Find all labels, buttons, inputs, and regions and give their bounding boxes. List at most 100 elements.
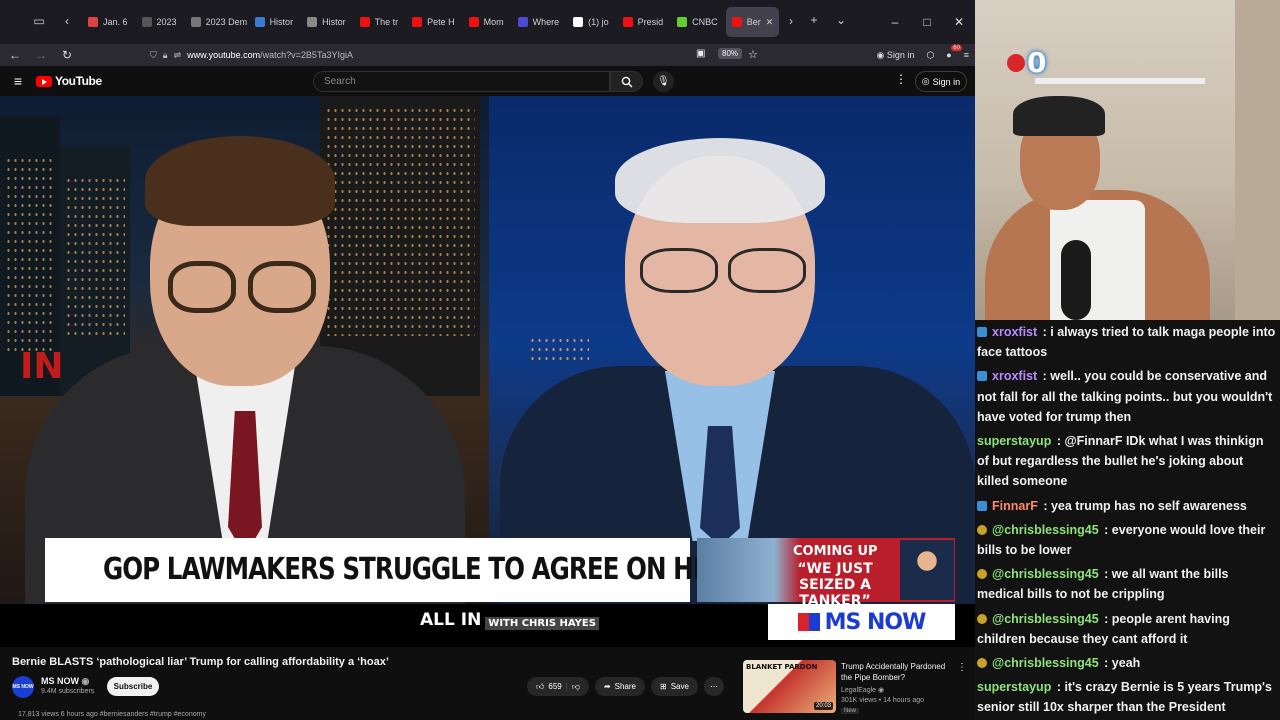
browser-tab[interactable]: 2023 — [136, 7, 183, 37]
settings-kebab-icon[interactable]: ⋮ — [895, 72, 907, 86]
studio-microphone — [1061, 240, 1091, 320]
browser-tab[interactable]: Histor — [301, 7, 352, 37]
chat-username[interactable]: FinnarF — [992, 499, 1038, 513]
search-button[interactable] — [610, 71, 643, 92]
browser-tab[interactable]: CNBC — [671, 7, 724, 37]
chat-message: FinnarF : yea trump has no self awarenes… — [977, 496, 1276, 516]
youtube-sign-in-button[interactable]: ◎ Sign in — [915, 71, 967, 92]
video-duration: 20:03 — [813, 702, 833, 710]
chat-separator: : — [1100, 522, 1112, 537]
back-icon[interactable]: ← — [2, 48, 28, 62]
browser-tab[interactable]: 2023 Dem — [185, 7, 247, 37]
minimize-icon[interactable]: – — [879, 15, 911, 29]
maximize-icon[interactable]: □ — [911, 15, 943, 29]
chat-separator: : — [1053, 434, 1065, 449]
youtube-sign-in-label: Sign in — [932, 76, 961, 87]
browser-tab[interactable]: Presid — [617, 7, 670, 37]
app-menu-icon[interactable]: ≡ — [964, 50, 969, 60]
account-sign-in[interactable]: ◉ Sign in — [877, 50, 915, 61]
tab-strip: Jan. 6 2023 2023 Dem Histor Histor The tr Pete… — [82, 7, 780, 37]
save-button[interactable]: ⊞ Save — [651, 677, 698, 696]
scroll-tabs-left-icon[interactable]: ‹ — [56, 14, 78, 28]
chat-message: @chrisblessing45 : yeah — [977, 653, 1276, 673]
reload-icon[interactable]: ↻ — [54, 48, 80, 62]
recommended-channel[interactable]: LegalEagle ◉ — [841, 686, 884, 694]
zoom-level[interactable]: 80% — [718, 48, 743, 59]
verified-icon: ◉ — [81, 676, 90, 686]
new-tab-icon[interactable]: + — [803, 13, 825, 27]
more-horizontal-icon: ⋯ — [709, 682, 718, 691]
chat-text: yeah — [1111, 656, 1141, 671]
tab-favicon-icon — [88, 17, 98, 27]
notification-count: 60 — [951, 45, 962, 51]
url-path: /watch?v=2B5Ta3YIgiA — [260, 50, 353, 60]
window-controls: – □ ✕ — [879, 0, 975, 44]
recommended-thumbnail[interactable]: BLANKET PARDON 20:03 — [743, 660, 836, 713]
permissions-icon[interactable]: ⇌ — [174, 50, 182, 61]
browser-tab[interactable]: Jan. 6 — [82, 7, 134, 37]
tab-overflow-icon[interactable]: ⌄ — [830, 13, 852, 27]
network-mark-icon — [797, 613, 820, 631]
chat-username[interactable]: superstayup — [977, 680, 1051, 694]
show-bug-in: IN — [20, 346, 64, 387]
more-actions-button[interactable]: ⋯ — [703, 677, 724, 696]
channel-name[interactable]: MS NOW ◉ — [41, 676, 89, 687]
share-icon: ➦ — [603, 682, 611, 691]
chat-username[interactable]: xroxfist — [992, 325, 1037, 339]
lock-icon[interactable]: 🔒︎ — [163, 50, 168, 61]
share-button[interactable]: ➦ Share — [594, 677, 645, 696]
chat-log: xroxfist : i always tried to talk maga p… — [975, 320, 1280, 720]
recommended-menu-icon[interactable]: ⋮ — [957, 662, 967, 673]
reader-view-icon[interactable]: ▣ — [696, 48, 705, 59]
voice-search-button[interactable]: 🎙︎ — [653, 71, 674, 92]
video-player[interactable]: IN GOP LAWMAKERS STRUGGLE TO AGREE ON HE… — [0, 96, 975, 647]
youtube-logo[interactable]: YouTube — [36, 74, 102, 88]
shield-icon[interactable]: ⛉ — [150, 50, 157, 61]
search-icon — [621, 76, 632, 87]
browser-tab[interactable]: (1) jo — [567, 7, 615, 37]
browser-tab[interactable]: The tr — [354, 7, 405, 37]
browser-tab[interactable]: Ber ✕ — [725, 7, 780, 37]
chat-separator: : — [1039, 325, 1051, 339]
subscriber-badge-icon — [977, 371, 987, 382]
webcam-feed: 0 — [975, 0, 1280, 320]
browser-tab[interactable]: Pete H — [406, 7, 461, 37]
search-input[interactable]: Search — [313, 71, 610, 92]
forward-icon[interactable]: → — [28, 48, 54, 62]
tab-list-icon[interactable]: ▭ — [28, 14, 50, 28]
shelf — [1035, 78, 1205, 84]
chat-message: @chrisblessing45 : people arent having c… — [977, 609, 1276, 649]
channel-avatar[interactable]: MS NOW — [12, 676, 34, 698]
address-bar[interactable]: ⛉ 🔒︎ ⇌ www.youtube.com/watch?v=2B5Ta3YIg… — [150, 44, 353, 66]
chat-username[interactable]: @chrisblessing45 — [992, 612, 1099, 626]
chat-message: @chrisblessing45 : everyone would love t… — [977, 520, 1276, 560]
chat-username[interactable]: @chrisblessing45 — [992, 523, 1099, 537]
guide-menu-icon[interactable]: ≡ — [0, 73, 36, 89]
network-logo: MS NOW — [768, 604, 955, 640]
chat-message: @chrisblessing45 : we all want the bills… — [977, 564, 1276, 604]
extensions-icon[interactable]: ⬡ — [926, 50, 934, 61]
recommended-title[interactable]: Trump Accidentally Pardoned the Pipe Bom… — [841, 661, 951, 683]
tab-label: 2023 — [156, 17, 177, 27]
subscribe-button[interactable]: Subscribe — [107, 677, 159, 696]
notification-icon[interactable]: ● 60 — [946, 45, 962, 60]
thumbs-down-icon[interactable]: 👎︎ — [572, 682, 580, 692]
tab-favicon-icon — [731, 17, 742, 27]
chat-separator: : — [1039, 369, 1051, 384]
chat-username[interactable]: @chrisblessing45 — [992, 567, 1099, 581]
close-tab-icon[interactable]: ✕ — [766, 17, 774, 28]
browser-window: ▭ ‹ Jan. 6 2023 2023 Dem Histor Histor The tr… — [0, 0, 975, 720]
chat-username[interactable]: @chrisblessing45 — [992, 656, 1099, 670]
coming-up-thumbnail — [900, 540, 954, 600]
chat-username[interactable]: superstayup — [977, 434, 1051, 448]
scroll-tabs-right-icon[interactable]: › — [780, 14, 802, 28]
browser-tab[interactable]: Mom — [463, 7, 510, 37]
lower-third: GOP LAWMAKERS STRUGGLE TO AGREE ON HEALT… — [45, 538, 927, 602]
close-window-icon[interactable]: ✕ — [943, 15, 975, 29]
browser-tab[interactable]: Histor — [249, 7, 300, 37]
like-button[interactable]: 👍︎ 659 | 👎︎ — [527, 677, 589, 696]
youtube-masthead: ≡ YouTube Search 🎙︎ ⋮ ◎ Sign in — [0, 66, 975, 96]
chat-username[interactable]: xroxfist — [992, 369, 1037, 383]
browser-tab[interactable]: Where — [512, 7, 566, 37]
bookmark-star-icon[interactable]: ☆ — [748, 48, 758, 61]
